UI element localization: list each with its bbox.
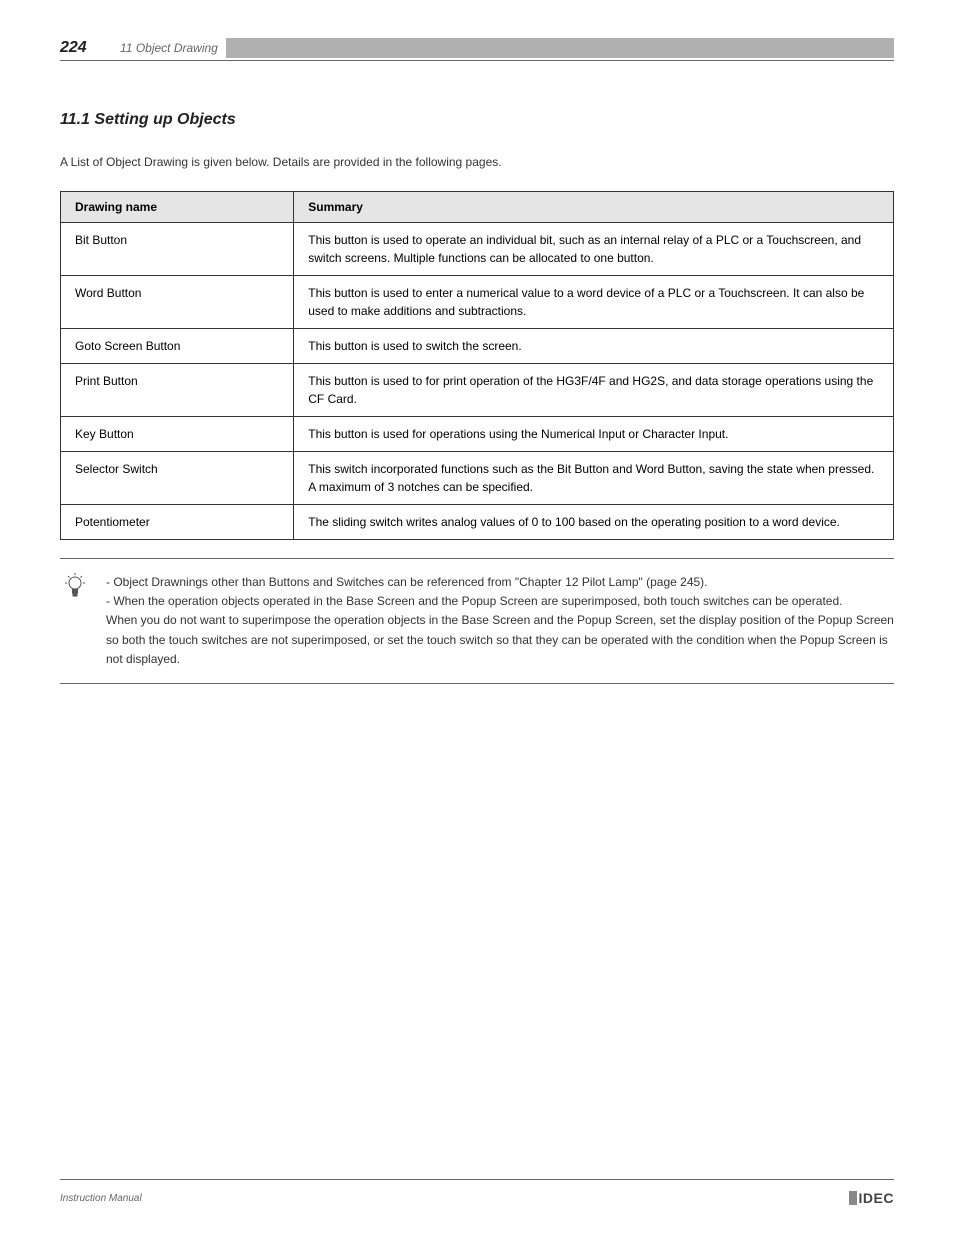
logo-text: IDEC: [859, 1190, 894, 1206]
table-row: Key Button This button is used for opera…: [61, 417, 894, 452]
note-line: - When the operation objects operated in…: [106, 592, 894, 611]
table-row: Selector Switch This switch incorporated…: [61, 452, 894, 505]
summary-cell: This button is used to for print operati…: [294, 364, 894, 417]
note-text: - Object Drawnings other than Buttons an…: [106, 573, 894, 669]
table-row: Goto Screen Button This button is used t…: [61, 329, 894, 364]
summary-cell: This button is used for operations using…: [294, 417, 894, 452]
summary-cell: This button is used to enter a numerical…: [294, 276, 894, 329]
table-row: Print Button This button is used to for …: [61, 364, 894, 417]
idec-logo: IDEC: [849, 1190, 894, 1206]
chapter-label: 11 Object Drawing: [120, 41, 218, 55]
logo-box-icon: [849, 1191, 857, 1205]
note-block: - Object Drawnings other than Buttons an…: [60, 558, 894, 684]
note-line: - Object Drawnings other than Buttons an…: [106, 573, 894, 592]
table-row: Bit Button This button is used to operat…: [61, 223, 894, 276]
drawing-name-cell: Key Button: [61, 417, 294, 452]
footer-text: Instruction Manual: [60, 1193, 142, 1204]
intro-text: A List of Object Drawing is given below.…: [60, 153, 894, 171]
summary-cell: The sliding switch writes analog values …: [294, 505, 894, 540]
summary-cell: This switch incorporated functions such …: [294, 452, 894, 505]
note-line: When you do not want to superimpose the …: [106, 611, 894, 669]
table-row: Potentiometer The sliding switch writes …: [61, 505, 894, 540]
summary-cell: This button is used to switch the screen…: [294, 329, 894, 364]
page-number: 224: [60, 39, 100, 57]
footer-rule: [60, 1179, 894, 1180]
drawing-name-cell: Potentiometer: [61, 505, 294, 540]
drawing-name-cell: Selector Switch: [61, 452, 294, 505]
summary-cell: This button is used to operate an indivi…: [294, 223, 894, 276]
tip-icon: [65, 573, 85, 599]
header-bar: [226, 38, 894, 58]
section-title: 11.1 Setting up Objects: [60, 111, 894, 129]
drawing-name-cell: Bit Button: [61, 223, 294, 276]
table-row: Word Button This button is used to enter…: [61, 276, 894, 329]
drawing-name-cell: Goto Screen Button: [61, 329, 294, 364]
header-rule: [60, 60, 894, 61]
table-header-left: Drawing name: [61, 192, 294, 223]
object-drawing-table: Drawing name Summary Bit Button This but…: [60, 191, 894, 540]
table-header-right: Summary: [294, 192, 894, 223]
drawing-name-cell: Word Button: [61, 276, 294, 329]
footer: Instruction Manual IDEC: [60, 1179, 894, 1206]
drawing-name-cell: Print Button: [61, 364, 294, 417]
